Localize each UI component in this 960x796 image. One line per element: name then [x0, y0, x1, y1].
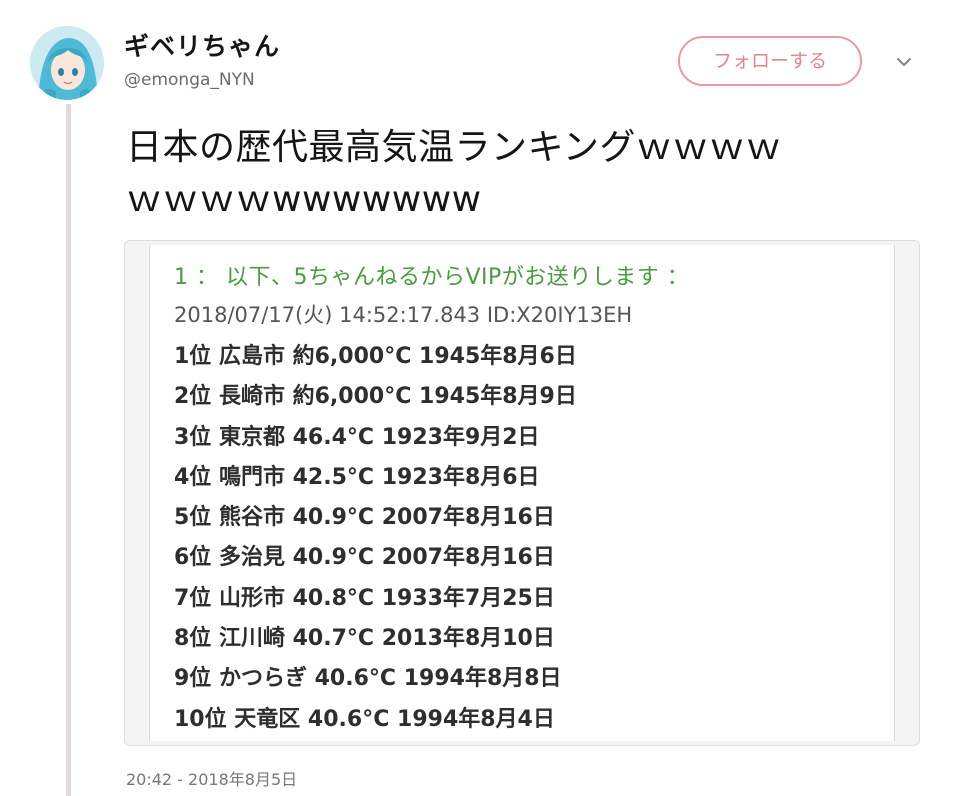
ranking-item: 2位 長崎市 約6,000°C 1945年8月9日: [174, 384, 577, 410]
tweet-text-line-2: ｗｗｗｗwwwwwww: [126, 179, 482, 220]
follow-button[interactable]: フォローする: [678, 36, 862, 86]
ranking-item: 8位 江川崎 40.7°C 2013年8月10日: [174, 626, 555, 652]
tweet-text: 日本の歴代最高気温ランキングｗｗｗｗ ｗｗｗｗwwwwwww: [126, 122, 906, 226]
ranking-item: 3位 東京都 46.4°C 1923年9月2日: [174, 424, 540, 450]
more-options-button[interactable]: [890, 50, 918, 74]
ranking-item: 4位 鳴門市 42.5°C 1923年8月6日: [174, 464, 540, 490]
tweet-text-line-1: 日本の歴代最高気温ランキングｗｗｗｗ: [126, 127, 782, 168]
chevron-down-icon: [896, 57, 912, 67]
ranking-item: 7位 山形市 40.8°C 1933年7月25日: [174, 585, 555, 611]
anime-avatar-icon: [30, 26, 104, 100]
forum-post-panel: 1 ： 以下、5ちゃんねるからVIPがお送りします ： 2018/07/17(火…: [149, 245, 895, 741]
ranking-list: 1位 広島市 約6,000°C 1945年8月6日 2位 長崎市 約6,000°…: [174, 337, 577, 740]
post-header: 1 ： 以下、5ちゃんねるからVIPがお送りします ：: [174, 265, 690, 290]
avatar[interactable]: [30, 26, 104, 100]
ranking-item: 1位 広島市 約6,000°C 1945年8月6日: [174, 344, 577, 369]
thread-line: [66, 104, 71, 796]
post-meta: 2018/07/17(火) 14:52:17.843 ID:X20IY13EH: [174, 303, 633, 327]
user-display-name[interactable]: ギベリちゃん: [124, 27, 280, 63]
ranking-item: 5位 熊谷市 40.9°C 2007年8月16日: [174, 505, 555, 531]
embedded-image-card[interactable]: 1 ： 以下、5ちゃんねるからVIPがお送りします ： 2018/07/17(火…: [124, 240, 920, 746]
user-handle[interactable]: @emonga_NYN: [124, 70, 255, 90]
ranking-item: 9位 かつらぎ 40.6°C 1994年8月8日: [174, 666, 562, 692]
ranking-item: 10位 天竜区 40.6°C 1994年8月4日: [174, 706, 555, 732]
tweet-timestamp[interactable]: 20:42 - 2018年8月5日: [126, 766, 297, 790]
ranking-item: 6位 多治見 40.9°C 2007年8月16日: [174, 545, 555, 571]
